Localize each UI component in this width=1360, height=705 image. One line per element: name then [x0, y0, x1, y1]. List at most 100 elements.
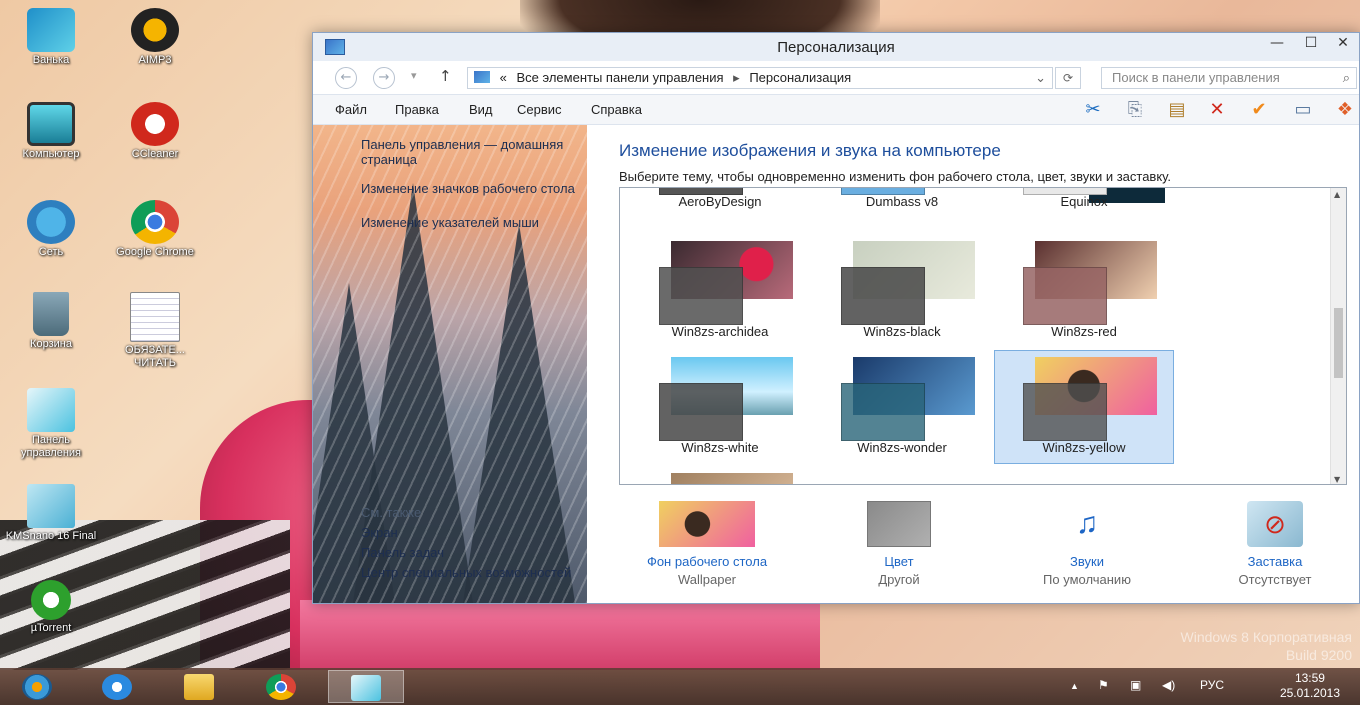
desktop-icon-label: µTorrent	[30, 622, 72, 634]
taskbar-control-panel-active[interactable]	[328, 670, 404, 703]
screensaver-setting[interactable]: ⊘ Заставка Отсутствует	[1185, 501, 1360, 589]
sounds-icon: ♫	[1075, 507, 1099, 540]
delete-icon[interactable]: ✕	[1205, 99, 1229, 121]
desktop-background-label[interactable]: Фон рабочего стола	[617, 553, 797, 571]
color-label[interactable]: Цвет	[809, 553, 989, 571]
network-tray-icon[interactable]: ▣	[1130, 678, 1141, 692]
desktop-icon-network[interactable]: Сеть	[4, 200, 98, 259]
theme-item[interactable]: Win8zs-red	[994, 234, 1174, 348]
theme-name: Win8zs-red	[1051, 324, 1117, 339]
chrome-icon	[266, 674, 296, 700]
theme-item[interactable]: Dumbass v8	[812, 188, 992, 218]
desktop-icon-label: Панель управления	[21, 434, 81, 459]
screensaver-label[interactable]: Заставка	[1185, 553, 1360, 571]
address-dropdown-icon[interactable]: ⌄	[1035, 68, 1046, 88]
back-button[interactable]: ←	[335, 67, 357, 89]
desktop-icon-kmsnano[interactable]: KMSnano 16 Final	[4, 484, 98, 543]
color-setting[interactable]: Цвет Другой	[809, 501, 989, 589]
desktop-icon-label: AIMP3	[138, 54, 172, 66]
menu-view[interactable]: Вид	[469, 102, 493, 117]
theme-item[interactable]: Win8zs-black	[812, 234, 992, 348]
scrollbar-thumb[interactable]	[1334, 308, 1343, 378]
up-button[interactable]: ↑	[439, 67, 452, 85]
menu-help[interactable]: Справка	[591, 102, 642, 117]
theme-item[interactable]: Win8zs-archidea	[630, 234, 810, 348]
menu-tools[interactable]: Сервис	[517, 102, 562, 117]
menu-file[interactable]: Файл	[335, 102, 367, 117]
start-button[interactable]	[6, 670, 70, 703]
link-ease-of-access[interactable]: Центр специальных возможностей	[361, 565, 581, 580]
sounds-setting[interactable]: ♫ Звуки По умолчанию	[997, 501, 1177, 589]
breadcrumb-separator[interactable]: ▸	[733, 70, 740, 85]
theme-list-scrollbar[interactable]: ▲ ▼	[1330, 188, 1346, 484]
file-explorer-icon	[184, 674, 214, 700]
title-bar[interactable]: Персонализация — ☐ ✕	[313, 33, 1359, 61]
address-prefix[interactable]: «	[500, 70, 507, 85]
show-hidden-icons-button[interactable]: ▲	[1070, 681, 1079, 691]
search-icon[interactable]: ⌕	[1343, 68, 1350, 88]
taskbar-internet-explorer[interactable]	[86, 670, 150, 703]
chrome-icon	[131, 200, 179, 244]
menu-bar: Файл Правка Вид Сервис Справка ✂ ⎘ ▤ ✕ ✔…	[313, 95, 1359, 125]
properties-icon[interactable]: ▭	[1291, 99, 1315, 121]
theme-list[interactable]: AeroByDesign Dumbass v8 Equinox Win8zs-a…	[619, 187, 1347, 485]
theme-item[interactable]: Win8zs-wonder	[812, 350, 992, 464]
desktop-icon-label: Google Chrome	[116, 246, 194, 258]
recent-locations-dropdown[interactable]: ▾	[411, 69, 417, 82]
desktop-icon-ccleaner[interactable]: CCleaner	[108, 102, 202, 161]
scroll-down-icon[interactable]: ▼	[1334, 475, 1340, 484]
desktop-icon-utorrent[interactable]: µTorrent	[4, 580, 98, 635]
link-taskbar[interactable]: Панель задач	[361, 545, 581, 560]
taskbar-chrome[interactable]	[250, 670, 314, 703]
sounds-label[interactable]: Звуки	[997, 553, 1177, 571]
desktop-icon-user-folder[interactable]: Ванька	[4, 8, 98, 67]
scroll-up-icon[interactable]: ▲	[1334, 190, 1340, 199]
theme-item[interactable]: Win8zs-white	[630, 350, 810, 464]
watermark-edition: Windows 8 Корпоративная	[1180, 629, 1353, 645]
page-heading: Изменение изображения и звука на компьют…	[619, 141, 1001, 160]
desktop-icon-aimp3[interactable]: AIMP3	[108, 8, 202, 67]
theme-color-swatch	[1023, 267, 1107, 325]
desktop-icon-computer[interactable]: Компьютер	[4, 102, 98, 161]
clock[interactable]: 13:59 25.01.2013	[1280, 671, 1340, 701]
link-display[interactable]: Экран	[361, 525, 581, 540]
address-bar[interactable]: « Все элементы панели управления ▸ Персо…	[467, 67, 1053, 89]
sounds-value: По умолчанию	[1043, 572, 1131, 587]
windows-flag-icon[interactable]: ❖	[1333, 99, 1357, 121]
desktop-icon-readme[interactable]: ОБЯЗАТЕ... ЧИТАТЬ	[108, 292, 202, 370]
minimize-button[interactable]: —	[1261, 33, 1293, 55]
refresh-button[interactable]: ⟳	[1055, 67, 1081, 89]
link-change-mouse-pointers[interactable]: Изменение указателей мыши	[361, 215, 581, 230]
theme-item-selected[interactable]: Win8zs-yellow	[994, 350, 1174, 464]
theme-item[interactable]: Equinox	[994, 188, 1174, 218]
search-input[interactable]: Поиск в панели управления ⌕	[1101, 67, 1357, 89]
theme-name: Equinox	[1060, 194, 1108, 209]
link-change-desktop-icons[interactable]: Изменение значков рабочего стола	[361, 181, 581, 196]
desktop-icon-recycle-bin[interactable]: Корзина	[4, 292, 98, 351]
checkmark-icon[interactable]: ✔	[1247, 99, 1271, 121]
forward-button[interactable]: →	[373, 67, 395, 89]
paste-icon[interactable]: ▤	[1165, 99, 1189, 121]
close-button[interactable]: ✕	[1327, 33, 1359, 55]
volume-icon[interactable]: ◀)	[1162, 678, 1175, 692]
theme-item[interactable]: AeroByDesign	[630, 188, 810, 218]
copy-icon[interactable]: ⎘	[1123, 99, 1147, 121]
desktop-background-setting[interactable]: Фон рабочего стола Wallpaper	[617, 501, 797, 589]
action-center-flag-icon[interactable]: ⚑	[1098, 678, 1109, 692]
cut-icon[interactable]: ✂	[1081, 99, 1105, 121]
computer-icon	[27, 102, 75, 146]
desktop-icon-chrome[interactable]: Google Chrome	[108, 200, 202, 259]
theme-item[interactable]	[630, 466, 810, 484]
taskbar-file-explorer[interactable]	[168, 670, 232, 703]
utorrent-icon	[31, 580, 71, 620]
maximize-button[interactable]: ☐	[1295, 33, 1327, 55]
language-indicator[interactable]: РУС	[1200, 678, 1224, 692]
breadcrumb-all-items[interactable]: Все элементы панели управления	[516, 70, 723, 85]
content-pane: Изменение изображения и звука на компьют…	[587, 125, 1359, 603]
link-control-panel-home[interactable]: Панель управления — домашняя страница	[361, 137, 581, 167]
breadcrumb-personalization[interactable]: Персонализация	[749, 70, 851, 85]
desktop-icon-control-panel[interactable]: Панель управления	[4, 388, 98, 460]
menu-edit[interactable]: Правка	[395, 102, 439, 117]
theme-name: Win8zs-wonder	[857, 440, 947, 455]
see-also-label: См. также	[361, 505, 422, 520]
